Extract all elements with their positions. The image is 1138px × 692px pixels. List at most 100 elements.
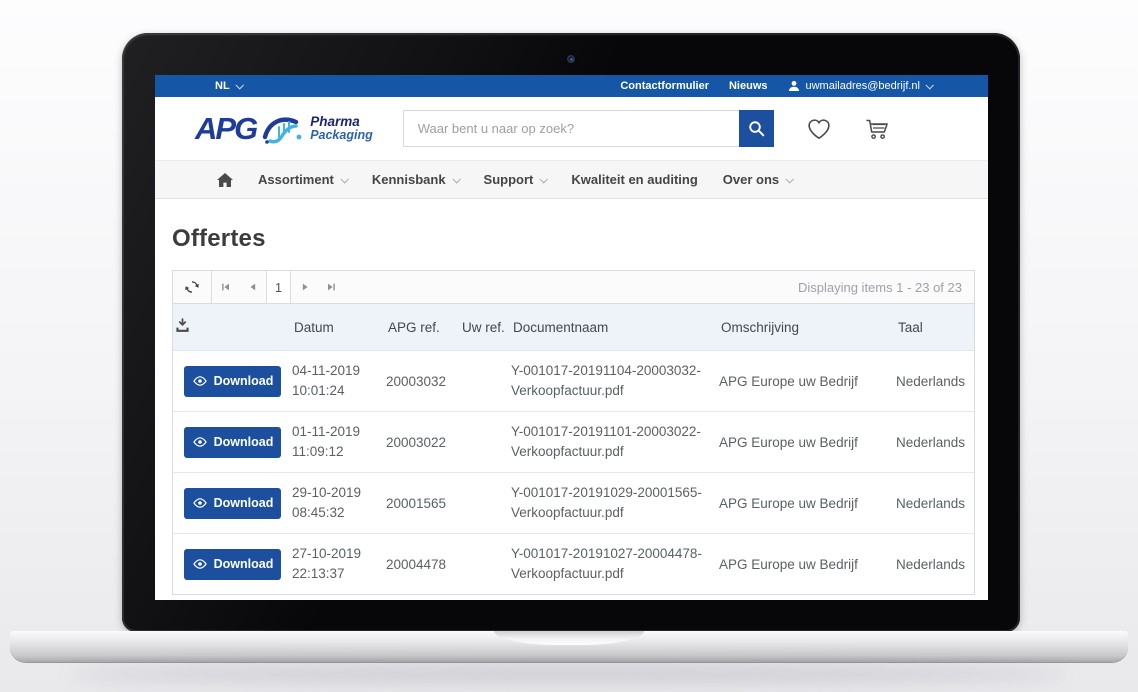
search-bar [403, 110, 774, 147]
nav-item-assortiment[interactable]: Assortiment [258, 172, 347, 187]
eye-icon [192, 437, 208, 447]
refresh-icon [184, 279, 200, 295]
taal-cell: Nederlands [896, 496, 974, 511]
refresh-button[interactable] [173, 271, 211, 303]
download-button-label: Download [214, 435, 274, 449]
column-header-uw-ref[interactable]: Uw ref. [460, 320, 511, 335]
omschrijving-cell: APG Europe uw Bedrijf [719, 435, 896, 450]
nav-item-over-ons[interactable]: Over ons [723, 172, 792, 187]
laptop-camera [567, 55, 575, 63]
user-icon [788, 80, 800, 92]
chevron-down-icon [540, 175, 548, 183]
current-page[interactable]: 1 [266, 271, 291, 303]
desktop-background: NL Contactformulier Nieuws uwmailadres@b… [0, 0, 1138, 692]
column-header-omschrijving[interactable]: Omschrijving [719, 320, 896, 335]
download-button[interactable]: Download [184, 549, 281, 580]
documentnaam-cell: Y-001017-20191029-20001565-Verkoopfactuu… [511, 483, 719, 522]
download-button[interactable]: Download [184, 366, 281, 397]
account-menu[interactable]: uwmailadres@bedrijf.nl [788, 80, 933, 92]
offertes-grid: 1 Display [172, 270, 975, 595]
nav-label: Kwaliteit en auditing [571, 172, 697, 187]
logo-wordmark: Pharma Packaging [310, 115, 373, 142]
documentnaam-cell: Y-001017-20191101-20003022-Verkoopfactuu… [511, 422, 719, 461]
download-icon [175, 318, 190, 333]
language-selector[interactable]: NL [215, 80, 242, 92]
paging-status: Displaying items 1 - 23 of 23 [798, 280, 974, 295]
download-cell: Download [173, 427, 292, 458]
nav-item-kennisbank[interactable]: Kennisbank [372, 172, 459, 187]
topbar-link-contactformulier[interactable]: Contactformulier [620, 80, 709, 92]
date-value: 27-10-2019 [292, 544, 386, 564]
search-icon [748, 120, 765, 137]
table-header-row: Datum APG ref. Uw ref. Documentnaam Omsc… [173, 304, 974, 350]
download-cell: Download [173, 549, 292, 580]
eye-icon [192, 498, 208, 508]
column-header-documentnaam[interactable]: Documentnaam [511, 320, 719, 335]
nav-item-support[interactable]: Support [484, 172, 547, 187]
nav-label: Assortiment [258, 172, 334, 187]
datum-cell: 27-10-2019 22:13:37 [292, 544, 386, 583]
apg-ref-cell: 20001565 [386, 496, 460, 511]
laptop-base [10, 631, 1128, 662]
documentnaam-cell: Y-001017-20191027-20004478-Verkoopfactuu… [511, 544, 719, 583]
language-label: NL [215, 80, 230, 92]
datum-cell: 01-11-2019 11:09:12 [292, 422, 386, 461]
chevron-down-icon [786, 175, 794, 183]
table-row: Download 29-10-2019 08:45:32 20001565 Y-… [173, 472, 974, 533]
previous-page-icon [248, 282, 258, 292]
laptop-reflection [69, 666, 1069, 682]
laptop-screen-bezel: NL Contactformulier Nieuws uwmailadres@b… [122, 33, 1020, 632]
download-cell: Download [173, 366, 292, 397]
main-navigation: Assortiment Kennisbank Support Kwaliteit… [155, 160, 988, 199]
account-email: uwmailadres@bedrijf.nl [806, 80, 921, 92]
logo-line-packaging: Packaging [310, 129, 373, 142]
eye-icon [192, 376, 208, 386]
home-icon [217, 173, 233, 187]
omschrijving-cell: APG Europe uw Bedrijf [719, 496, 896, 511]
omschrijving-cell: APG Europe uw Bedrijf [719, 557, 896, 572]
last-page-icon [326, 282, 337, 292]
wishlist-button[interactable] [806, 117, 832, 141]
search-button[interactable] [739, 110, 774, 147]
page-content: Offertes [155, 199, 988, 595]
next-page-icon [300, 282, 310, 292]
chevron-down-icon [340, 175, 348, 183]
column-header-datum[interactable]: Datum [292, 320, 386, 335]
first-page-icon [220, 282, 231, 292]
apg-ref-cell: 20003022 [386, 435, 460, 450]
company-logo[interactable]: APG Pharma Packaging [195, 112, 373, 146]
first-page-button[interactable] [212, 271, 239, 303]
cart-button[interactable] [864, 117, 891, 141]
time-value: 11:09:12 [292, 442, 386, 462]
page-title: Offertes [172, 225, 975, 253]
download-button[interactable]: Download [184, 427, 281, 458]
next-page-button[interactable] [291, 271, 318, 303]
table-row: Download 01-11-2019 11:09:12 20003022 Y-… [173, 411, 974, 472]
chevron-down-icon [452, 175, 460, 183]
download-cell: Download [173, 488, 292, 519]
heart-icon [806, 117, 832, 141]
topbar-link-nieuws[interactable]: Nieuws [729, 80, 768, 92]
table-row: Download 04-11-2019 10:01:24 20003032 Y-… [173, 350, 974, 411]
search-input[interactable] [403, 110, 739, 147]
date-value: 04-11-2019 [292, 361, 386, 381]
download-button[interactable]: Download [184, 488, 281, 519]
download-button-label: Download [214, 557, 274, 571]
column-header-taal[interactable]: Taal [896, 320, 974, 335]
last-page-button[interactable] [318, 271, 345, 303]
chevron-down-icon [925, 81, 933, 89]
download-button-label: Download [214, 374, 274, 388]
date-value: 29-10-2019 [292, 483, 386, 503]
taal-cell: Nederlands [896, 374, 974, 389]
browser-viewport: NL Contactformulier Nieuws uwmailadres@b… [155, 75, 988, 600]
datum-cell: 29-10-2019 08:45:32 [292, 483, 386, 522]
nav-item-kwaliteit-en-auditing[interactable]: Kwaliteit en auditing [571, 172, 697, 187]
site-header: APG Pharma Packaging [155, 97, 988, 160]
column-header-apg-ref[interactable]: APG ref. [386, 320, 460, 335]
chevron-down-icon [235, 81, 243, 89]
apg-ref-cell: 20003032 [386, 374, 460, 389]
previous-page-button[interactable] [239, 271, 266, 303]
nav-home[interactable] [217, 173, 233, 187]
taal-cell: Nederlands [896, 435, 974, 450]
nav-label: Over ons [723, 172, 779, 187]
